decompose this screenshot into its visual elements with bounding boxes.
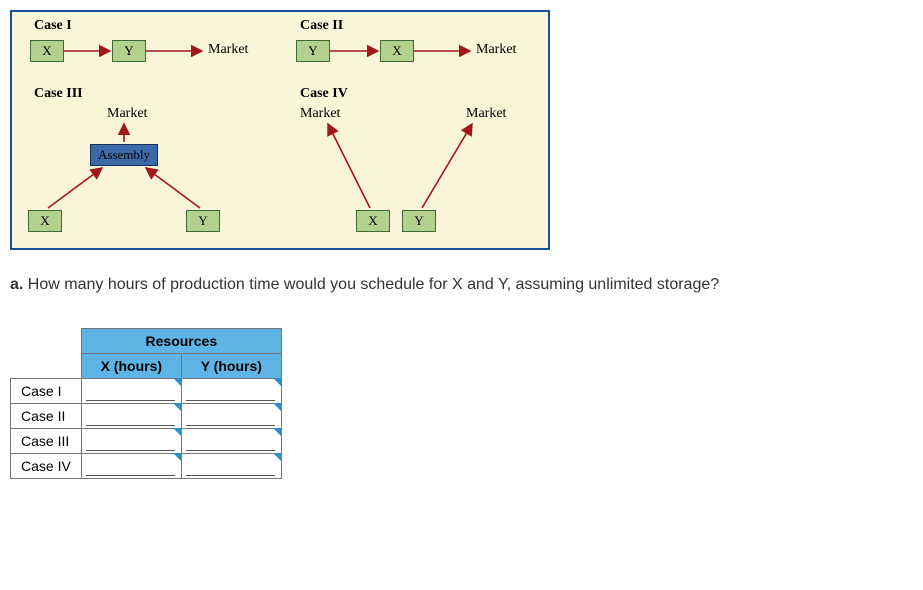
table-row: Case IV [11,454,282,479]
diagram-arrows [12,12,552,252]
y-hours-input[interactable] [186,381,275,401]
y-hours-input[interactable] [186,406,275,426]
case2-title: Case II [300,18,343,34]
table-row: Case III [11,429,282,454]
header-y-hours: Y (hours) [181,354,281,379]
input-cell-x [81,429,181,454]
case4-node-y: Y [402,210,436,232]
case1-market-label: Market [208,42,248,58]
question-text: a. How many hours of production time wou… [10,276,913,294]
input-cell-y [181,454,281,479]
resources-header: Resources [81,329,281,354]
case4-node-x: X [356,210,390,232]
input-cell-y [181,404,281,429]
case3-market-label: Market [107,106,147,122]
case4-market-right-label: Market [466,106,506,122]
row-label: Case I [11,379,82,404]
case-diagram-panel: Case I X Y Market Case II Y X Market Cas… [10,10,550,250]
case3-assembly-node: Assembly [90,144,158,166]
case3-node-y: Y [186,210,220,232]
input-cell-x [81,404,181,429]
input-cell-x [81,454,181,479]
y-hours-input[interactable] [186,456,275,476]
case2-node-y: Y [296,40,330,62]
cell-corner-icon [273,378,282,387]
input-cell-x [81,379,181,404]
cell-corner-icon [273,428,282,437]
header-x-hours: X (hours) [81,354,181,379]
x-hours-input[interactable] [86,431,175,451]
input-cell-y [181,379,281,404]
question-body: How many hours of production time would … [28,276,719,293]
case2-node-x: X [380,40,414,62]
resources-table: Resources X (hours) Y (hours) Case ICase… [10,328,282,479]
input-cell-y [181,429,281,454]
case2-market-label: Market [476,42,516,58]
row-label: Case IV [11,454,82,479]
case4-title: Case IV [300,86,348,102]
x-hours-input[interactable] [86,381,175,401]
x-hours-input[interactable] [86,406,175,426]
x-hours-input[interactable] [86,456,175,476]
cell-corner-icon [273,403,282,412]
case4-market-left-label: Market [300,106,340,122]
table-row: Case II [11,404,282,429]
case3-title: Case III [34,86,83,102]
question-letter: a. [10,276,23,293]
case3-node-x: X [28,210,62,232]
row-label: Case II [11,404,82,429]
table-row: Case I [11,379,282,404]
row-label: Case III [11,429,82,454]
case1-node-x: X [30,40,64,62]
case1-title: Case I [34,18,72,34]
cell-corner-icon [273,453,282,462]
case1-node-y: Y [112,40,146,62]
y-hours-input[interactable] [186,431,275,451]
